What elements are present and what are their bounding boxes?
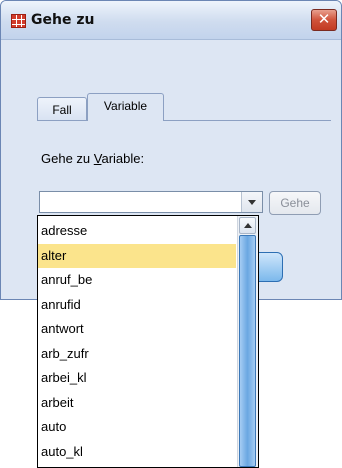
spreadsheet-grid-icon bbox=[11, 14, 26, 28]
go-button[interactable]: Gehe bbox=[269, 191, 321, 215]
list-item[interactable]: antwort bbox=[38, 317, 236, 342]
title-bar[interactable]: Gehe zu ✕ bbox=[1, 1, 341, 40]
list-item[interactable]: arb_zufr bbox=[38, 342, 236, 367]
list-item[interactable]: arbei_kl bbox=[38, 366, 236, 391]
list-item[interactable]: auto_kl bbox=[38, 440, 236, 465]
list-item[interactable]: anrufid bbox=[38, 293, 236, 318]
list-item[interactable]: anruf_be bbox=[38, 268, 236, 293]
close-button[interactable]: ✕ bbox=[311, 9, 337, 31]
arrow-up-icon[interactable] bbox=[239, 217, 256, 234]
scrollbar-thumb[interactable] bbox=[239, 235, 256, 467]
list-item[interactable]: adresse bbox=[38, 219, 236, 244]
list-item[interactable]: auto bbox=[38, 415, 236, 440]
dropdown-items: adresse alter anruf_be anrufid antwort a… bbox=[38, 219, 236, 464]
tab-variable[interactable]: Variable bbox=[87, 93, 164, 121]
vertical-scrollbar[interactable] bbox=[237, 216, 258, 467]
tab-panel-border bbox=[37, 120, 331, 123]
variable-combobox[interactable] bbox=[39, 191, 263, 213]
list-item-selected[interactable]: alter bbox=[38, 243, 236, 268]
close-icon: ✕ bbox=[317, 10, 331, 28]
label-suffix: ariable: bbox=[101, 151, 145, 166]
tab-fall[interactable]: Fall bbox=[37, 97, 87, 121]
list-item[interactable]: arbeit bbox=[38, 391, 236, 416]
variable-dropdown-list[interactable]: adresse alter anruf_be anrufid antwort a… bbox=[37, 215, 259, 468]
goto-variable-label: Gehe zu Variable: bbox=[41, 151, 144, 166]
label-prefix: Gehe zu bbox=[41, 151, 94, 166]
chevron-down-icon[interactable] bbox=[241, 192, 262, 212]
dialog-title: Gehe zu bbox=[31, 12, 95, 28]
